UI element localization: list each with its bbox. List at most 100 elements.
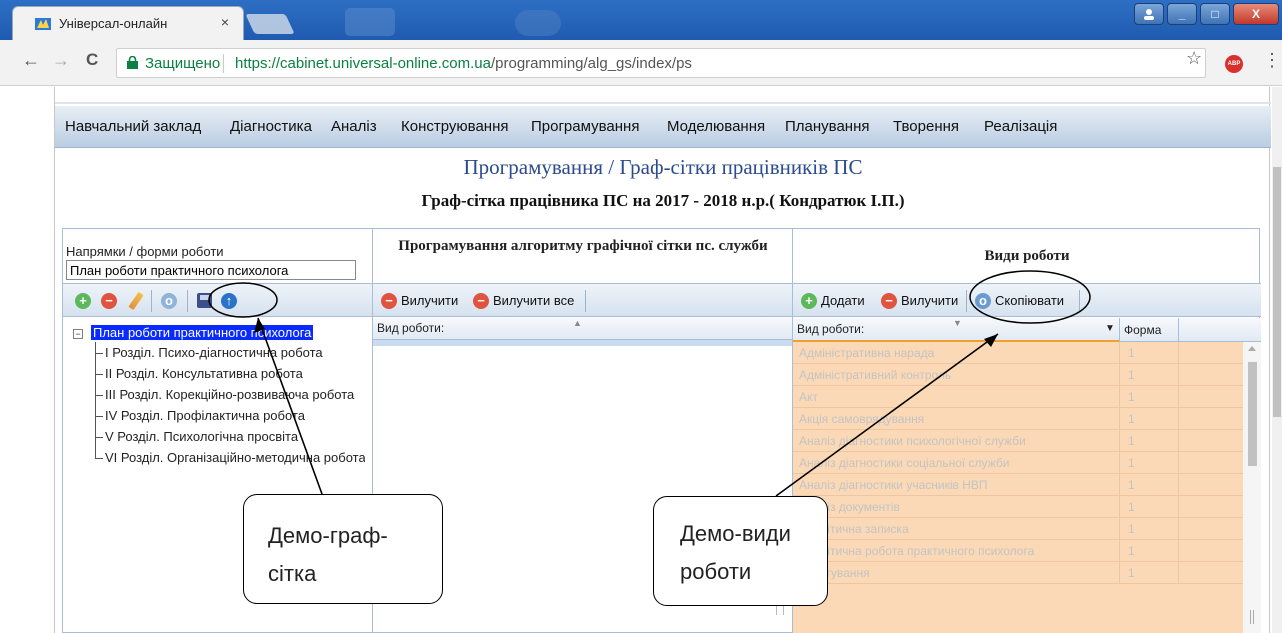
tree-item[interactable]: ІІ Розділ. Консультативна робота — [95, 366, 365, 381]
user-profile-icon[interactable] — [1134, 3, 1164, 25]
page-viewport: Навчальний заклад Діагностика Аналіз Кон… — [0, 87, 1282, 633]
remove-icon[interactable]: − — [881, 293, 897, 309]
form-cell: 1 — [1119, 562, 1179, 584]
page-scroll-thumb[interactable] — [1273, 167, 1281, 417]
column-header-form[interactable]: Форма — [1119, 318, 1179, 342]
menu-item-creation[interactable]: Творення — [893, 118, 959, 135]
selected-row[interactable] — [373, 340, 792, 346]
table-row[interactable]: Адміністративний контроль 1 — [793, 364, 1243, 386]
form-cell: 1 — [1119, 386, 1179, 408]
menu-item-modeling[interactable]: Моделювання — [667, 118, 765, 135]
work-types-header: Вид роботи: ▼ ▼ Форма — [793, 318, 1261, 342]
callout-line: Демо-граф- — [268, 523, 388, 548]
remove-icon[interactable]: − — [381, 293, 397, 309]
form-cell: 1 — [1119, 430, 1179, 452]
table-row[interactable]: Адміністративна нарада 1 — [793, 342, 1243, 364]
menu-item-school[interactable]: Навчальний заклад — [65, 118, 201, 135]
tree-item[interactable]: V Розділ. Психологічна просвіта — [95, 429, 365, 444]
menu-item-diagnostics[interactable]: Діагностика — [230, 118, 312, 135]
tree-item[interactable]: IV Розділ. Профілактична робота — [95, 408, 365, 423]
table-row[interactable]: Аналіз документів 1 — [793, 496, 1243, 518]
form-cell: 1 — [1119, 518, 1179, 540]
menu-item-analysis[interactable]: Аналіз — [331, 118, 377, 135]
column-header-work-type[interactable]: Вид роботи: ▼ ▼ — [793, 318, 1119, 342]
form-cell: 1 — [1119, 342, 1179, 364]
window-maximize-button[interactable]: □ — [1200, 3, 1230, 25]
bookmark-star-icon[interactable]: ☆ — [1186, 48, 1202, 69]
table-row[interactable]: Акт 1 — [793, 386, 1243, 408]
forward-arrow-icon[interactable]: → — [52, 50, 70, 71]
remove-icon[interactable]: − — [101, 293, 117, 309]
copy-icon[interactable]: o — [975, 293, 991, 309]
menu-item-programming[interactable]: Програмування — [531, 118, 639, 135]
remove-button[interactable]: Вилучити — [401, 293, 458, 308]
copy-button[interactable]: Скопіювати — [995, 293, 1064, 308]
window-close-button[interactable]: X — [1233, 3, 1279, 25]
edit-pencil-icon[interactable] — [128, 291, 144, 311]
work-type-cell: Адміністративна нарада — [799, 346, 935, 360]
window-minimize-button[interactable]: _ — [1167, 3, 1197, 25]
tree-toolbar: + − o ↑ — [63, 283, 372, 317]
address-bar[interactable]: Защищено https://cabinet.universal-onlin… — [116, 48, 1206, 78]
directions-input[interactable] — [66, 260, 356, 280]
table-row[interactable]: Анкетування 1 — [793, 562, 1243, 584]
add-icon[interactable]: + — [75, 293, 91, 309]
work-type-cell: Адміністративний контроль — [799, 368, 952, 382]
callout-line: сітка — [268, 561, 317, 586]
callout-line: Демо-види — [680, 521, 791, 546]
adblock-icon[interactable]: ABP — [1225, 55, 1243, 73]
form-cell: 1 — [1119, 408, 1179, 430]
tab-close-icon[interactable]: × — [221, 14, 229, 30]
address-separator — [223, 54, 224, 73]
table-row[interactable]: Акція самоврядування 1 — [793, 408, 1243, 430]
tree-item[interactable]: І Розділ. Психо-діагностична робота — [95, 345, 365, 360]
scroll-thumb[interactable] — [1248, 362, 1257, 466]
column-header-work-type[interactable]: Вид роботи: ▲ — [373, 318, 792, 340]
table-row[interactable]: Аналітична записка 1 — [793, 518, 1243, 540]
settings-icon[interactable]: o — [161, 293, 177, 309]
remove-all-button[interactable]: Вилучити все — [493, 293, 574, 308]
browser-tab[interactable]: Універсал-онлайн × — [12, 6, 244, 40]
form-cell: 1 — [1119, 474, 1179, 496]
work-types-grid: Адміністративна нарада 1 Адміністративний … — [793, 342, 1243, 633]
work-type-cell: Аналіз документів — [799, 500, 900, 514]
column-menu-icon[interactable]: ▼ — [1105, 323, 1115, 334]
remove-button[interactable]: Вилучити — [901, 293, 958, 308]
add-icon[interactable]: + — [801, 293, 817, 309]
tree-collapse-icon[interactable]: − — [73, 329, 83, 339]
toolbar-separator — [966, 290, 967, 312]
back-arrow-icon[interactable]: ← — [22, 50, 40, 71]
url-text[interactable]: https://cabinet.universal-online.com.ua/… — [235, 55, 692, 72]
page-scrollbar[interactable] — [1272, 87, 1282, 633]
toolbar-separator — [187, 290, 188, 312]
table-row[interactable]: Аналіз діагностики учасників НВП 1 — [793, 474, 1243, 496]
table-row[interactable]: Аналіз діагностики психологічної служби 1 — [793, 430, 1243, 452]
menu-item-construction[interactable]: Конструювання — [401, 118, 509, 135]
new-tab-button[interactable] — [245, 14, 295, 34]
sort-arrow-icon: ▲ — [573, 318, 582, 328]
grid-scrollbar[interactable] — [1243, 342, 1261, 633]
work-type-cell: Акція самоврядування — [799, 412, 925, 426]
table-row[interactable]: Аналіз діагностики соціальної служби 1 — [793, 452, 1243, 474]
page-title: Програмування / Граф-сітки працівників П… — [463, 155, 863, 179]
menu-item-planning[interactable]: Планування — [785, 118, 870, 135]
browser-toolbar: ← → C Защищено https://cabinet.universal… — [0, 40, 1282, 86]
reload-icon[interactable]: C — [86, 50, 98, 70]
work-types-panel: Види роботи + Додати − Вилучити o Скопію… — [793, 229, 1261, 633]
algorithm-toolbar: − Вилучити − Вилучити все — [373, 283, 792, 317]
remove-all-icon[interactable]: − — [473, 293, 489, 309]
upload-arrow-icon[interactable]: ↑ — [221, 293, 237, 309]
table-row[interactable]: Аналітична робота практичного психолога 1 — [793, 540, 1243, 562]
scroll-up-icon[interactable] — [1248, 346, 1256, 351]
tree-item[interactable]: ІІІ Розділ. Корекційно-розвиваюча робота — [95, 387, 365, 402]
save-disk-icon[interactable] — [197, 293, 212, 308]
titlebar-decoration — [515, 10, 561, 36]
tree-root-label[interactable]: План роботи практичного психолога — [91, 325, 314, 340]
tree-item[interactable]: VI Розділ. Організаційно-методична робот… — [95, 450, 365, 465]
scroll-grip — [1250, 610, 1254, 624]
directions-label: Напрямки / форми роботи — [66, 244, 224, 259]
add-button[interactable]: Додати — [821, 293, 865, 308]
browser-menu-icon[interactable]: ⋮ — [1263, 50, 1281, 71]
menu-item-realization[interactable]: Реалізація — [984, 118, 1057, 135]
url-host: https://cabinet.universal-online.com.ua — [235, 55, 491, 72]
